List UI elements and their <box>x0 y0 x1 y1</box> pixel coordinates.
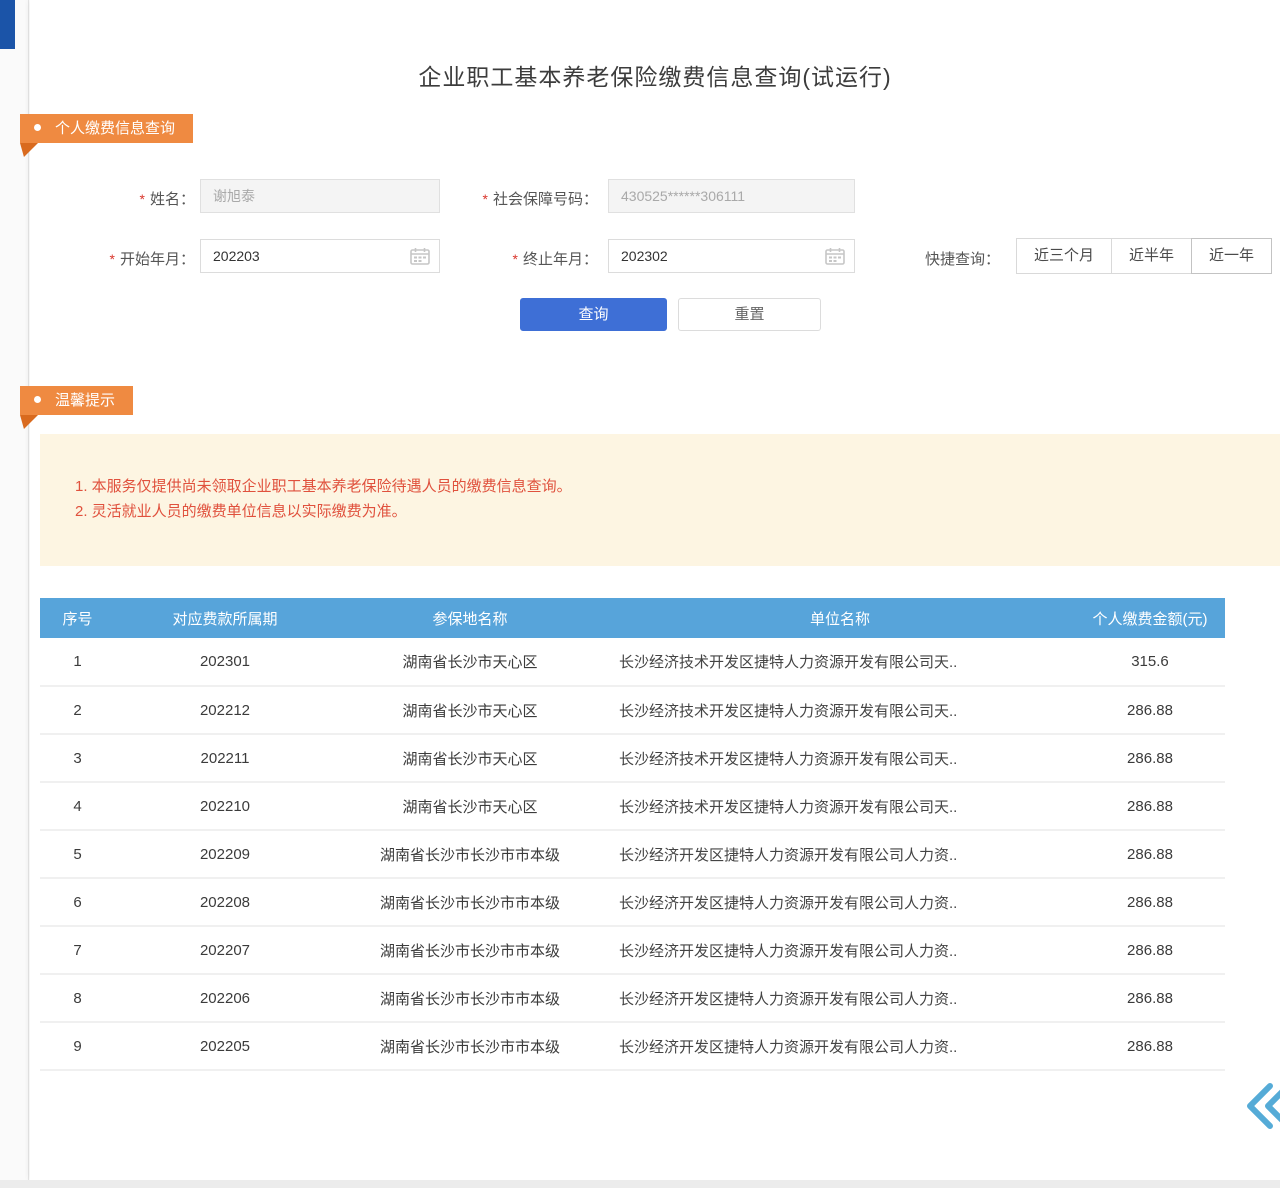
table-row: 9202205湖南省长沙市长沙市市本级长沙经济开发区捷特人力资源开发有限公司人力… <box>40 1022 1225 1070</box>
cell-company: 长沙经济技术开发区捷特人力资源开发有限公司天.. <box>605 734 1075 782</box>
cell-place: 湖南省长沙市长沙市市本级 <box>335 974 605 1022</box>
section-badge-tips-label: 温馨提示 <box>55 392 115 409</box>
table-row: 4202210湖南省长沙市天心区长沙经济技术开发区捷特人力资源开发有限公司天..… <box>40 782 1225 830</box>
cell-no: 8 <box>40 974 115 1022</box>
cell-place: 湖南省长沙市长沙市市本级 <box>335 926 605 974</box>
required-asterisk: * <box>513 251 518 267</box>
calendar-icon[interactable] <box>410 247 430 265</box>
cell-amount: 286.88 <box>1075 926 1225 974</box>
quick-query-label: 快捷查询： <box>925 248 1000 269</box>
cell-company: 长沙经济技术开发区捷特人力资源开发有限公司天.. <box>605 686 1075 734</box>
cell-company: 长沙经济开发区捷特人力资源开发有限公司人力资.. <box>605 1022 1075 1070</box>
col-header-period: 对应费款所属期 <box>115 598 335 638</box>
cell-period: 202205 <box>115 1022 335 1070</box>
reset-button[interactable]: 重置 <box>678 298 821 331</box>
cell-period: 202301 <box>115 638 335 686</box>
collapse-panel-button[interactable] <box>1244 1082 1280 1130</box>
end-month-label: *终止年月： <box>450 248 598 269</box>
cell-amount: 286.88 <box>1075 878 1225 926</box>
start-month-field[interactable]: 202203 <box>200 239 440 273</box>
cell-place: 湖南省长沙市长沙市市本级 <box>335 878 605 926</box>
cell-amount: 286.88 <box>1075 974 1225 1022</box>
double-chevron-left-icon <box>1244 1082 1280 1130</box>
cell-amount: 286.88 <box>1075 734 1225 782</box>
notice-line-2: 2. 灵活就业人员的缴费单位信息以实际缴费为准。 <box>75 499 1250 524</box>
ssn-label: *社会保障号码： <box>450 188 598 209</box>
section-badge-query: 个人缴费信息查询 <box>20 114 193 143</box>
cell-place: 湖南省长沙市长沙市市本级 <box>335 1022 605 1070</box>
quick-btn-3months[interactable]: 近三个月 <box>1016 238 1112 274</box>
cell-period: 202210 <box>115 782 335 830</box>
cell-no: 5 <box>40 830 115 878</box>
required-asterisk: * <box>483 191 488 207</box>
cell-period: 202208 <box>115 878 335 926</box>
cell-no: 9 <box>40 1022 115 1070</box>
notice-box: 1. 本服务仅提供尚未领取企业职工基本养老保险待遇人员的缴费信息查询。 2. 灵… <box>40 434 1280 566</box>
quick-btn-halfyear[interactable]: 近半年 <box>1111 238 1192 274</box>
col-header-company: 单位名称 <box>605 598 1075 638</box>
name-field[interactable]: 谢旭泰 <box>200 179 440 213</box>
col-header-amount: 个人缴费金额(元) <box>1075 598 1225 638</box>
payment-table: 序号 对应费款所属期 参保地名称 单位名称 个人缴费金额(元) 1202301湖… <box>40 598 1225 1071</box>
cell-company: 长沙经济技术开发区捷特人力资源开发有限公司天.. <box>605 782 1075 830</box>
cell-company: 长沙经济技术开发区捷特人力资源开发有限公司天.. <box>605 638 1075 686</box>
cell-place: 湖南省长沙市天心区 <box>335 638 605 686</box>
cell-period: 202209 <box>115 830 335 878</box>
cell-amount: 286.88 <box>1075 1022 1225 1070</box>
table-row: 7202207湖南省长沙市长沙市市本级长沙经济开发区捷特人力资源开发有限公司人力… <box>40 926 1225 974</box>
required-asterisk: * <box>140 191 145 207</box>
cell-company: 长沙经济开发区捷特人力资源开发有限公司人力资.. <box>605 878 1075 926</box>
cell-place: 湖南省长沙市长沙市市本级 <box>335 830 605 878</box>
notice-line-1: 1. 本服务仅提供尚未领取企业职工基本养老保险待遇人员的缴费信息查询。 <box>75 474 1250 499</box>
cell-no: 4 <box>40 782 115 830</box>
table-header-row: 序号 对应费款所属期 参保地名称 单位名称 个人缴费金额(元) <box>40 598 1225 638</box>
quick-query-group: 近三个月 近半年 近一年 <box>1016 238 1272 274</box>
cell-place: 湖南省长沙市天心区 <box>335 686 605 734</box>
table-row: 2202212湖南省长沙市天心区长沙经济技术开发区捷特人力资源开发有限公司天..… <box>40 686 1225 734</box>
table-row: 1202301湖南省长沙市天心区长沙经济技术开发区捷特人力资源开发有限公司天..… <box>40 638 1225 686</box>
bottom-strip <box>0 1180 1280 1188</box>
table-row: 5202209湖南省长沙市长沙市市本级长沙经济开发区捷特人力资源开发有限公司人力… <box>40 830 1225 878</box>
cell-period: 202206 <box>115 974 335 1022</box>
sidebar-corner-tab <box>0 0 15 49</box>
quick-btn-1year[interactable]: 近一年 <box>1191 238 1272 274</box>
end-month-field[interactable]: 202302 <box>608 239 855 273</box>
cell-place: 湖南省长沙市天心区 <box>335 782 605 830</box>
cell-no: 1 <box>40 638 115 686</box>
cell-no: 6 <box>40 878 115 926</box>
bullet-dot-icon <box>34 124 41 131</box>
cell-period: 202211 <box>115 734 335 782</box>
page-title: 企业职工基本养老保险缴费信息查询(试运行) <box>30 58 1280 92</box>
col-header-place: 参保地名称 <box>335 598 605 638</box>
cell-amount: 315.6 <box>1075 638 1225 686</box>
name-label: *姓名： <box>60 188 195 209</box>
section-badge-query-label: 个人缴费信息查询 <box>55 120 175 137</box>
cell-amount: 286.88 <box>1075 830 1225 878</box>
section-badge-tips: 温馨提示 <box>20 386 133 415</box>
cell-company: 长沙经济开发区捷特人力资源开发有限公司人力资.. <box>605 926 1075 974</box>
cell-period: 202212 <box>115 686 335 734</box>
start-month-label: *开始年月： <box>60 248 195 269</box>
cell-company: 长沙经济开发区捷特人力资源开发有限公司人力资.. <box>605 830 1075 878</box>
calendar-icon[interactable] <box>825 247 845 265</box>
cell-no: 3 <box>40 734 115 782</box>
cell-no: 7 <box>40 926 115 974</box>
col-header-no: 序号 <box>40 598 115 638</box>
table-row: 3202211湖南省长沙市天心区长沙经济技术开发区捷特人力资源开发有限公司天..… <box>40 734 1225 782</box>
cell-amount: 286.88 <box>1075 686 1225 734</box>
query-button[interactable]: 查询 <box>520 298 667 331</box>
ssn-field[interactable]: 430525******306111 <box>608 179 855 213</box>
left-rail <box>0 0 29 1188</box>
cell-no: 2 <box>40 686 115 734</box>
table-row: 8202206湖南省长沙市长沙市市本级长沙经济开发区捷特人力资源开发有限公司人力… <box>40 974 1225 1022</box>
required-asterisk: * <box>110 251 115 267</box>
table-row: 6202208湖南省长沙市长沙市市本级长沙经济开发区捷特人力资源开发有限公司人力… <box>40 878 1225 926</box>
cell-period: 202207 <box>115 926 335 974</box>
cell-company: 长沙经济开发区捷特人力资源开发有限公司人力资.. <box>605 974 1075 1022</box>
cell-amount: 286.88 <box>1075 782 1225 830</box>
cell-place: 湖南省长沙市天心区 <box>335 734 605 782</box>
bullet-dot-icon <box>34 396 41 403</box>
